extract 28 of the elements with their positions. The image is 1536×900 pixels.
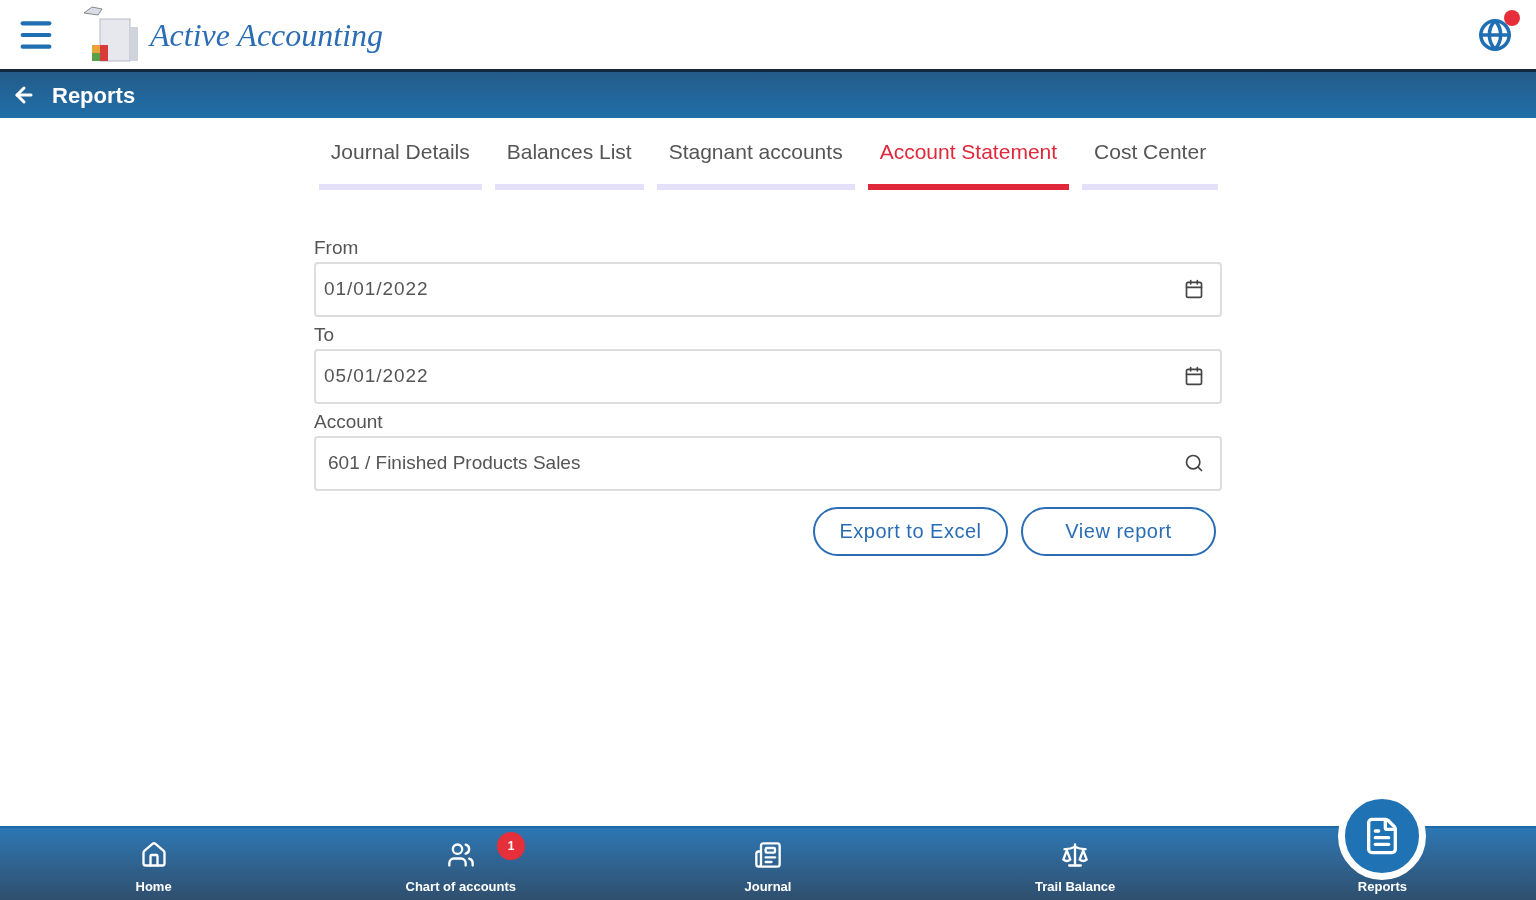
tab[interactable]: Journal Details [318,136,482,190]
nav-item[interactable]: Reports [1357,876,1407,900]
view-report-button[interactable]: View report [1021,506,1216,556]
tab[interactable]: Balances List [494,136,644,190]
page-title: Reports [52,81,136,110]
tab[interactable]: Stagnant accounts [656,136,855,190]
language-button[interactable] [1478,17,1512,52]
home-icon [139,840,168,869]
nav-item[interactable]: Trail Balance [1035,840,1116,900]
date-field[interactable]: 01/01/2022 [314,261,1222,317]
calendar-icon[interactable] [1184,366,1204,386]
app-title: Active Accounting [150,15,384,55]
scale-icon [1061,840,1090,869]
tab[interactable]: Account Statement [867,136,1070,190]
nav-item[interactable]: Journal [744,840,792,900]
nav-item[interactable]: Home [135,840,172,900]
document-list-icon [754,840,782,869]
field-label: Account [314,409,384,434]
people-icon [446,840,475,869]
date-field[interactable]: 05/01/2022 [314,348,1222,404]
tab[interactable]: Cost Center [1082,136,1219,190]
field-label: From [314,235,360,260]
calendar-icon[interactable] [1184,279,1204,299]
search-icon[interactable] [1184,453,1204,473]
field-label: To [314,322,336,347]
export-button[interactable]: Export to Excel [813,506,1008,556]
badge: 1 [497,832,526,860]
search-field[interactable]: 601 / Finished Products Sales [314,435,1222,491]
